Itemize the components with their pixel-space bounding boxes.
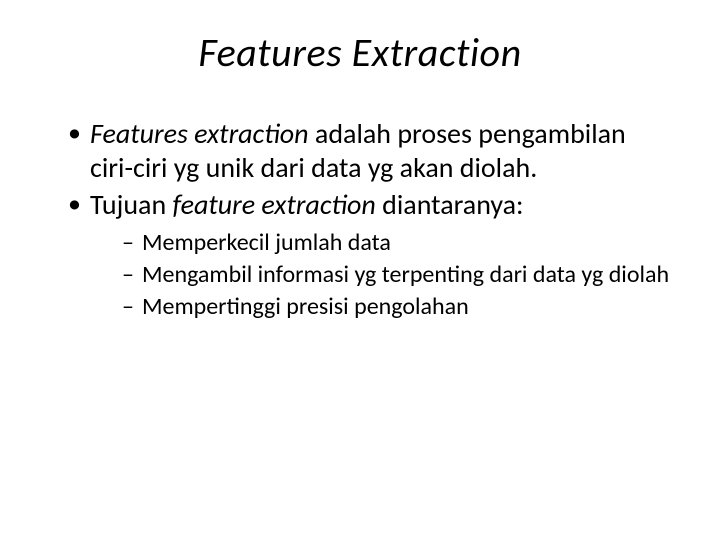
main-bullet-list: Features extraction adalah proses pengam…	[50, 117, 670, 322]
sub-bullet-item: Memperkecil jumlah data	[122, 228, 670, 258]
bullet-item: Tujuan feature extraction diantaranya: M…	[68, 188, 670, 322]
sub-bullet-item: Mempertinggi presisi pengolahan	[122, 292, 670, 322]
slide-title: Features Extraction	[50, 28, 670, 77]
bullet-italic-prefix: Features extraction	[90, 116, 309, 151]
bullet-text-post: diantaranya:	[376, 187, 524, 222]
sub-bullet-list: Memperkecil jumlah data Mengambil inform…	[90, 228, 670, 322]
bullet-italic: feature extraction	[172, 187, 375, 222]
bullet-item: Features extraction adalah proses pengam…	[68, 117, 670, 184]
bullet-text-pre: Tujuan	[90, 187, 172, 222]
sub-bullet-item: Mengambil informasi yg terpenting dari d…	[122, 260, 670, 290]
